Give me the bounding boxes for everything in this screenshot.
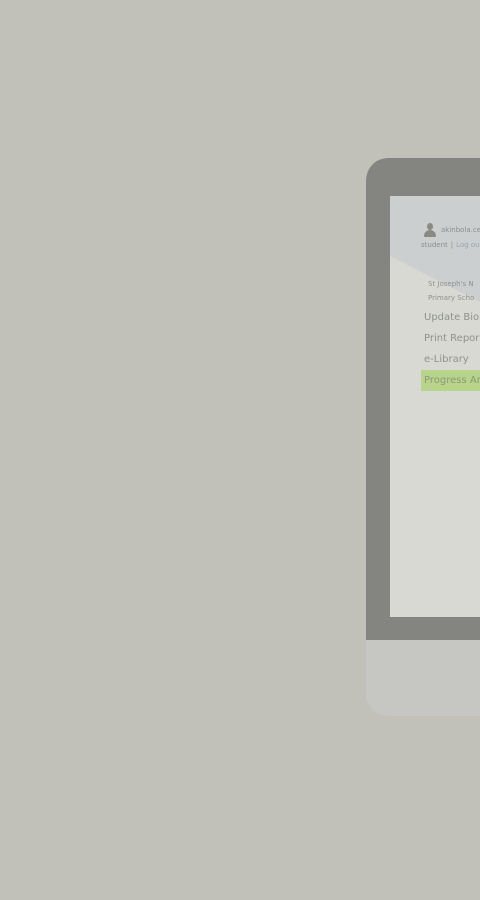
- menu-item-progress-analysis[interactable]: Progress An: [421, 370, 480, 391]
- role-row: student | Log out: [421, 241, 480, 249]
- school-name: St Joseph's N Primary Scho: [428, 277, 474, 305]
- device-bezel: akinbola.ce student | Log out St Joseph's …: [366, 158, 480, 640]
- user-info: akinbola.ce: [424, 223, 480, 237]
- menu-item-e-library[interactable]: e-Library: [421, 349, 480, 370]
- user-silhouette-icon: [424, 223, 436, 237]
- page-backdrop: akinbola.ce student | Log out St Joseph's …: [0, 0, 480, 900]
- logout-link[interactable]: Log out: [456, 241, 480, 249]
- user-role: student: [421, 241, 448, 249]
- menu-item-print-report[interactable]: Print Repor: [421, 328, 480, 349]
- app-sidebar: akinbola.ce student | Log out St Joseph's …: [390, 196, 480, 617]
- device-screen: akinbola.ce student | Log out St Joseph's …: [390, 196, 480, 617]
- username: akinbola.ce: [441, 226, 480, 234]
- device-mockup: akinbola.ce student | Log out St Joseph's …: [366, 158, 480, 716]
- school-name-line-2: Primary Scho: [428, 294, 475, 302]
- menu-item-update-bio[interactable]: Update Bio: [421, 307, 480, 328]
- role-separator: |: [450, 241, 454, 249]
- sidebar-menu: Update Bio Print Repor e-Library Progres…: [421, 307, 480, 391]
- school-name-line-1: St Joseph's N: [428, 280, 474, 288]
